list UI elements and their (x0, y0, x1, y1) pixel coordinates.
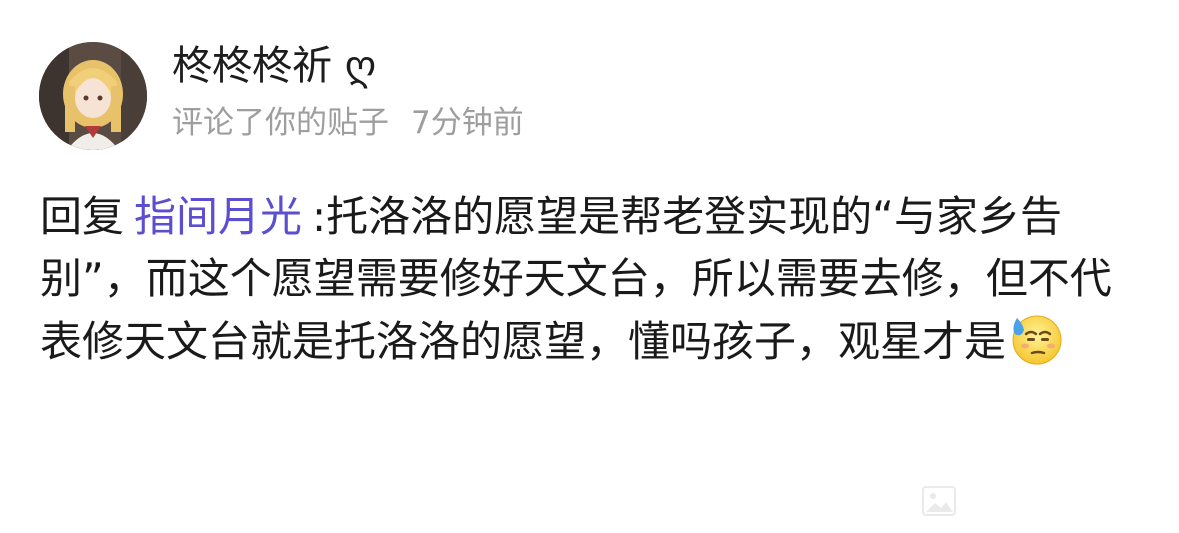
action-text: 评论了你的贴子 (172, 105, 389, 141)
comment-body[interactable]: 回复 指间月光:托洛洛的愿望是帮老登实现的“与家乡告别”，而这个愿望需要修好天文台… (40, 186, 1140, 373)
timestamp: 7分钟前 (411, 105, 524, 141)
reply-prefix: 回复 (40, 192, 125, 241)
comment-meta: 评论了你的贴子 7分钟前 (172, 103, 524, 143)
image-watermark-icon (922, 486, 956, 516)
user-avatar[interactable] (39, 42, 147, 150)
mention-link[interactable]: 指间月光 (134, 192, 302, 241)
username[interactable]: 柊柊柊祈 ღ (172, 40, 376, 92)
sweat-smile-emoji-icon (1008, 310, 1064, 366)
